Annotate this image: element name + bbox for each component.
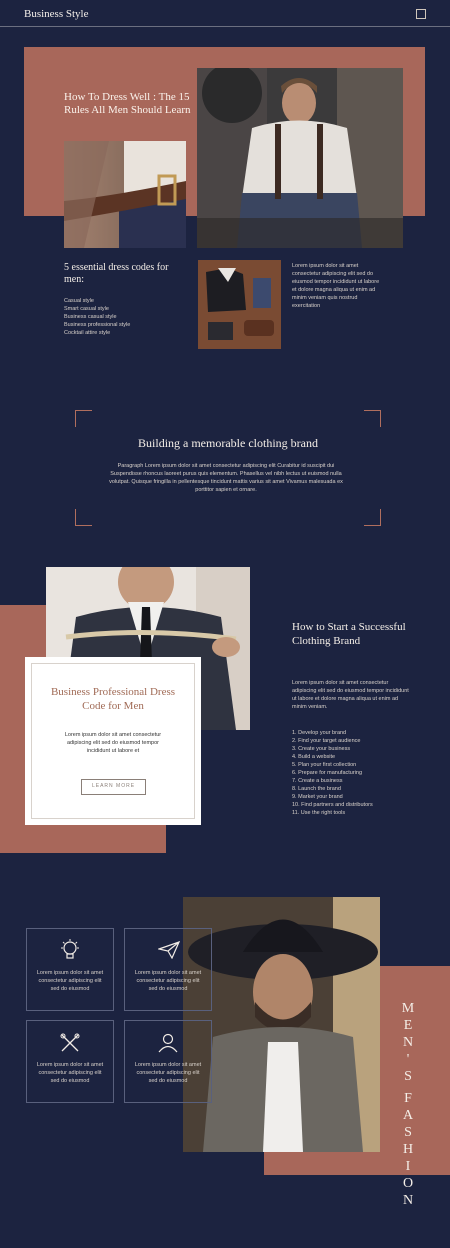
man-suspenders-photo: [197, 68, 403, 248]
list-item: 9. Market your brand: [292, 794, 343, 800]
list-item: Cocktail attire style: [64, 330, 111, 336]
man-in-hat-photo: [183, 897, 380, 1152]
vertical-text-fashion: FASHION: [402, 1091, 414, 1208]
feature-card[interactable]: Lorem ipsum dolor sit amet consectetur a…: [124, 928, 212, 1011]
belt-photo: [64, 141, 186, 248]
hero-title: How To Dress Well : The 15 Rules All Men…: [64, 91, 191, 116]
card-text: Lorem ipsum dolor sit amet consectetur a…: [64, 732, 162, 754]
clothing-brand-title: How to Start a Successful Clothing Brand: [292, 621, 406, 647]
list-item: 6. Prepare for manufacturing: [292, 770, 363, 776]
feature-card-text: Lorem ipsum dolor sit amet consectetur a…: [36, 970, 104, 992]
list-item: 2. Find your target audience: [292, 738, 361, 744]
users-icon: [158, 1033, 178, 1053]
essential-codes-title: 5 essential dress codes for men:: [64, 262, 169, 285]
feature-card[interactable]: Lorem ipsum dolor sit amet consectetur a…: [26, 928, 114, 1011]
frame-corner: [364, 509, 381, 526]
list-item: Business professional style: [64, 322, 131, 328]
frame-corner: [75, 410, 92, 427]
vertical-text-mens: M E N ' S: [401, 1001, 415, 1084]
list-item: Smart casual style: [64, 306, 109, 312]
list-item: 8. Launch the brand: [292, 786, 341, 792]
clothing-steps-list: 1. Develop your brand 2. Find your targe…: [292, 729, 412, 817]
feature-card-text: Lorem ipsum dolor sit amet consectetur a…: [36, 1062, 104, 1084]
feature-card-text: Lorem ipsum dolor sit amet consectetur a…: [134, 1062, 202, 1084]
brand-block-body: Paragraph Lorem ipsum dolor sit amet con…: [109, 463, 343, 493]
list-item: 7. Create a business: [292, 778, 343, 784]
clothing-brand-intro: Lorem ipsum dolor sit amet consectetur a…: [292, 680, 409, 710]
hero-side-paragraph: Lorem ipsum dolor sit amet consectetur a…: [292, 263, 380, 309]
frame-corner: [75, 509, 92, 526]
list-item: 3. Create your business: [292, 746, 351, 752]
dress-code-card: Business Professional Dress Code for Men…: [25, 657, 201, 825]
brand-logo[interactable]: Business Style: [24, 8, 88, 20]
list-item: 1. Develop your brand: [292, 730, 347, 736]
list-item: 10. Find partners and distributors: [292, 802, 373, 808]
brand-block-title: Building a memorable clothing brand: [138, 436, 318, 450]
essential-codes-list: Casual style Smart casual style Business…: [64, 297, 184, 337]
paper-plane-icon: [158, 941, 180, 959]
learn-more-button[interactable]: LEARN MORE: [81, 779, 146, 795]
lightbulb-icon: [61, 939, 79, 959]
list-item: 11. Use the right tools: [292, 810, 346, 816]
feature-card[interactable]: Lorem ipsum dolor sit amet consectetur a…: [26, 1020, 114, 1103]
frame-corner: [364, 410, 381, 427]
menu-icon[interactable]: [416, 9, 426, 19]
feature-card-text: Lorem ipsum dolor sit amet consectetur a…: [134, 970, 202, 992]
feature-card[interactable]: Lorem ipsum dolor sit amet consectetur a…: [124, 1020, 212, 1103]
crossed-tools-icon: [60, 1033, 80, 1052]
list-item: Casual style: [64, 298, 94, 304]
list-item: Business casual style: [64, 314, 117, 320]
outfit-flatlay-photo: [198, 260, 281, 349]
card-title: Business Professional Dress Code for Men: [50, 686, 176, 712]
list-item: 5. Plan your first collection: [292, 762, 357, 768]
list-item: 4. Build a website: [292, 754, 336, 760]
